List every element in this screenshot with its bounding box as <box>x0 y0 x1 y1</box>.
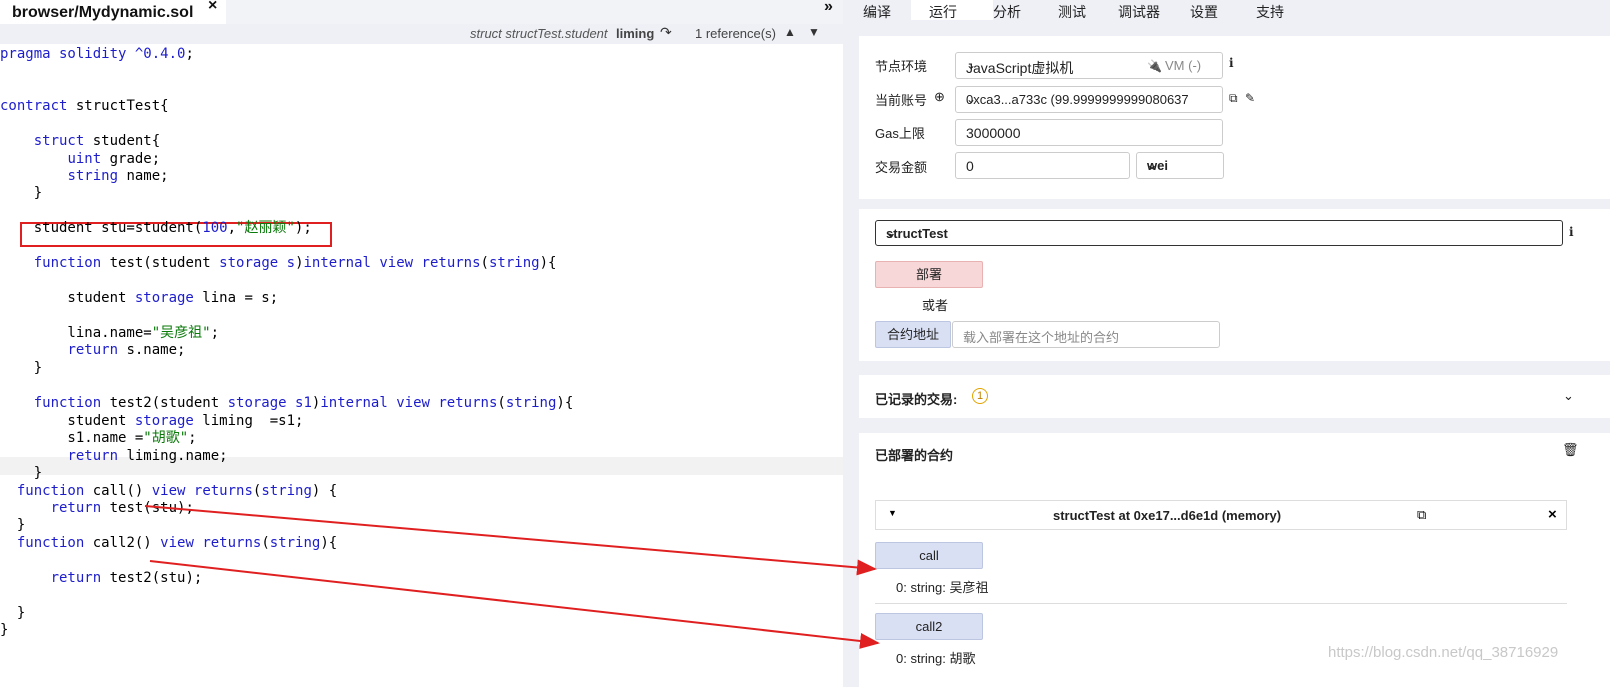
copy-icon[interactable]: ⧉ <box>1229 91 1238 106</box>
file-tab-title[interactable]: browser/Mydynamic.sol <box>12 4 193 22</box>
plus-circle-icon[interactable]: ⊕ <box>934 89 945 105</box>
context-info-bar: struct structTest.student liming ↷ 1 ref… <box>0 24 843 44</box>
goto-definition-icon[interactable]: ↷ <box>660 24 672 41</box>
value-amount: 0 <box>966 158 974 174</box>
value-input[interactable]: 0 <box>955 152 1130 179</box>
code-line: struct student{ <box>33 133 161 149</box>
file-tab[interactable]: browser/Mydynamic.sol × <box>0 0 226 24</box>
panel-tabs: 编译 运行 分析 测试 调试器 设置 支持 <box>843 0 1610 20</box>
unit-select[interactable]: wei ⌄ <box>1136 152 1224 179</box>
references-count: 1 reference(s) <box>695 26 776 41</box>
code-line: student storage liming =s1; <box>0 413 304 429</box>
chevron-down-icon: ⌄ <box>1147 158 1158 172</box>
divider <box>875 603 1567 604</box>
code-line: } <box>0 605 26 621</box>
deploy-card: structTest ⌄ i 部署 或者 合约地址 载入部署在这个地址的合约 <box>859 209 1610 361</box>
close-icon[interactable]: × <box>1548 506 1557 523</box>
double-chevron-right-icon[interactable]: » <box>824 0 833 16</box>
code-line: } <box>0 360 43 376</box>
trash-icon[interactable]: 🗑 <box>1562 442 1579 458</box>
code-line: uint grade; <box>67 151 161 167</box>
code-line: } <box>0 185 43 201</box>
editor-tab-bar: browser/Mydynamic.sol × » <box>0 0 843 24</box>
account-label: 当前账号 <box>875 93 928 108</box>
at-address-input[interactable]: 载入部署在这个地址的合约 <box>952 321 1220 348</box>
tab-analysis[interactable]: 分析 <box>993 2 1021 22</box>
tab-testing[interactable]: 测试 <box>1058 2 1086 22</box>
transactions-card[interactable]: 已记录的交易: 1 ⌄ <box>859 375 1610 418</box>
chevron-up-icon[interactable]: ▲ <box>784 25 796 39</box>
call-button[interactable]: call <box>875 542 983 569</box>
code-line: lina.name="吴彦祖"; <box>0 325 220 341</box>
code-line: function test2(student storage s1)intern… <box>33 395 574 411</box>
code-line: contract structTest{ <box>0 98 169 114</box>
context-struct-label: struct structTest.student <box>470 26 608 41</box>
gas-value: 3000000 <box>966 125 1021 141</box>
tab-debugger[interactable]: 调试器 <box>1118 2 1160 22</box>
chevron-down-icon[interactable]: ⌄ <box>1563 388 1574 404</box>
code-line: } <box>0 465 43 481</box>
transactions-label: 已记录的交易: <box>875 392 958 407</box>
code-line: function call2() view returns(string){ <box>16 535 338 551</box>
gas-limit-input[interactable]: 3000000 <box>955 119 1223 146</box>
tab-settings[interactable]: 设置 <box>1190 2 1218 22</box>
code-line: s1.name ="胡歌"; <box>0 430 197 446</box>
code-line: return s.name; <box>67 342 186 358</box>
caret-down-icon[interactable]: ▼ <box>888 508 897 518</box>
chevron-down-icon[interactable]: ▼ <box>808 25 820 39</box>
call-result: 0: string: 吴彦祖 <box>896 580 989 595</box>
or-text: 或者 <box>922 298 949 313</box>
chevron-down-icon: ⌄ <box>966 58 977 72</box>
at-address-placeholder: 载入部署在这个地址的合约 <box>963 330 1120 345</box>
env-label: 节点环境 <box>875 59 928 74</box>
code-line: } <box>0 517 26 533</box>
code-line: return test2(stu); <box>50 570 203 586</box>
context-name: liming <box>616 26 655 41</box>
chevron-down-icon: ⌄ <box>966 92 977 106</box>
call2-button[interactable]: call2 <box>875 613 983 640</box>
call2-result: 0: string: 胡歌 <box>896 651 976 666</box>
environment-select[interactable]: JavaScript虚拟机 🔌 VM (-) ⌄ <box>955 52 1223 79</box>
environment-card: 节点环境 JavaScript虚拟机 🔌 VM (-) ⌄ i 当前账号 ⊕ 0… <box>859 36 1610 199</box>
contract-select[interactable]: structTest ⌄ <box>875 220 1563 246</box>
transaction-count-badge: 1 <box>972 388 988 404</box>
copy-icon[interactable]: ⧉ <box>1417 507 1426 523</box>
tab-run[interactable]: 运行 <box>929 2 957 22</box>
code-editor[interactable]: browser/Mydynamic.sol × » struct structT… <box>0 0 843 687</box>
code-line: string name; <box>67 168 169 184</box>
tab-support[interactable]: 支持 <box>1256 2 1284 22</box>
code-line: pragma solidity ^0.4.0; <box>0 46 194 62</box>
watermark: https://blog.csdn.net/qq_38716929 <box>1328 644 1559 661</box>
close-icon[interactable]: × <box>208 0 217 15</box>
info-icon[interactable]: i <box>1569 225 1574 239</box>
info-icon[interactable]: i <box>1229 56 1234 70</box>
tab-compile[interactable]: 编译 <box>863 2 891 22</box>
at-address-button[interactable]: 合约地址 <box>875 321 951 348</box>
code-line: function test(student storage s)internal… <box>33 255 557 271</box>
chevron-down-icon: ⌄ <box>886 226 897 240</box>
account-select[interactable]: 0xca3...a733c (99.9999999999080637 ⌄ <box>955 86 1223 113</box>
deployed-label: 已部署的合约 <box>875 448 954 463</box>
code-line: student stu=student(100,"赵丽颖"); <box>0 220 312 236</box>
contract-instance-header[interactable]: ▼ structTest at 0xe17...d6e1d (memory) ⧉… <box>875 500 1567 530</box>
edit-icon[interactable]: ✎ <box>1245 91 1255 105</box>
code-line: return test(stu); <box>50 500 194 516</box>
code-line: student storage lina = s; <box>0 290 279 306</box>
instance-title: structTest at 0xe17...d6e1d (memory) <box>1053 508 1282 523</box>
code-line: return liming.name; <box>67 448 228 464</box>
deploy-button[interactable]: 部署 <box>875 261 983 288</box>
run-panel: 编译 运行 分析 测试 调试器 设置 支持 节点环境 JavaScript虚拟机… <box>843 0 1610 687</box>
code-area[interactable]: pragma solidity ^0.4.0; contract structT… <box>0 44 843 687</box>
code-line: function call() view returns(string) { <box>16 483 338 499</box>
code-line: } <box>0 622 9 638</box>
gas-label: Gas上限 <box>875 126 925 141</box>
value-label: 交易金额 <box>875 160 928 175</box>
